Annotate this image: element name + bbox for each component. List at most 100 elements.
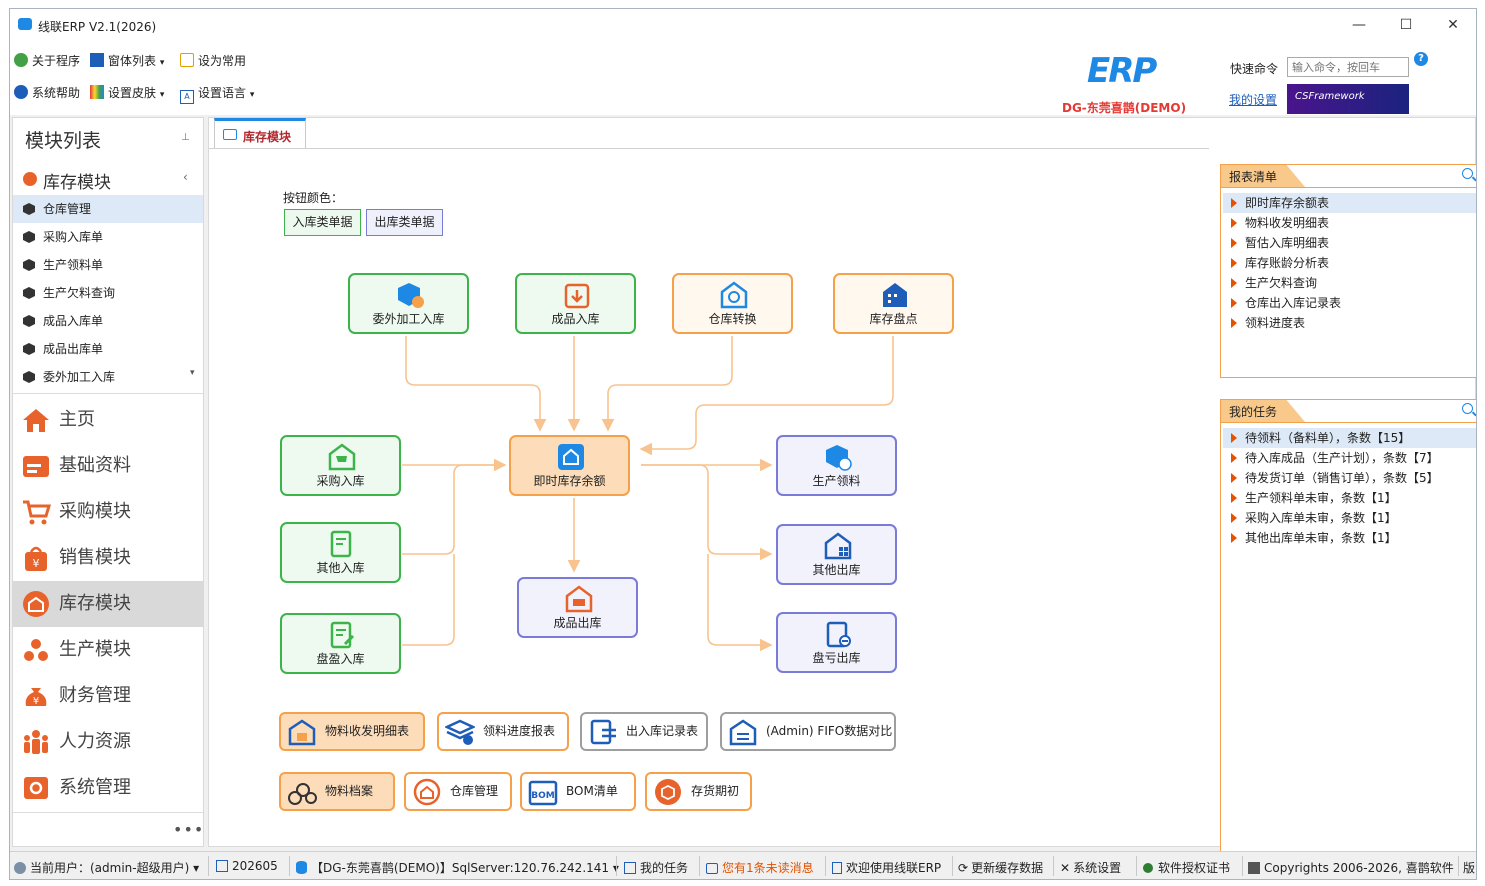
status-license[interactable]: 软件授权证书	[1143, 859, 1230, 876]
report-item[interactable]: 库存账龄分析表	[1223, 253, 1476, 273]
flow-other-in[interactable]: 其他入库	[280, 522, 401, 583]
more-icon[interactable]: •••	[173, 820, 204, 839]
windows-icon	[90, 53, 104, 67]
nav-finance[interactable]: ¥ 财务管理	[13, 673, 203, 719]
panel-divider	[1221, 187, 1476, 188]
status-version: 版	[1463, 861, 1476, 875]
cube-icon	[23, 259, 35, 271]
report-pick-progress[interactable]: 领料进度报表	[437, 712, 569, 751]
status-my-tasks[interactable]: 我的任务	[624, 859, 688, 876]
report-bom[interactable]: BOM BOM清单	[520, 772, 636, 811]
flow-other-out[interactable]: 其他出库	[776, 524, 897, 585]
status-separator	[616, 856, 617, 876]
stock-house-icon	[558, 444, 584, 470]
nav-hr[interactable]: 人力资源	[13, 719, 203, 765]
box-down-icon	[564, 283, 590, 309]
report-item[interactable]: 即时库存余额表	[1223, 193, 1476, 213]
toolbar: 关于程序 窗体列表 ▾ 设为常用 系统帮助 设置皮肤 ▾ A 设置语言 ▾ ERP…	[10, 41, 1476, 115]
nav-home[interactable]: 主页	[13, 397, 203, 443]
window-list-button[interactable]: 窗体列表 ▾	[90, 51, 164, 71]
sidebar-item-purchase-in[interactable]: 采购入库单	[13, 223, 203, 251]
sidebar-item-production-pick[interactable]: 生产领料单	[13, 251, 203, 279]
my-settings-link[interactable]: 我的设置	[1229, 91, 1277, 108]
nav-system[interactable]: 系统管理	[13, 765, 203, 811]
house-grid-icon	[824, 532, 852, 560]
task-item[interactable]: 采购入库单未审，条数【1】	[1223, 508, 1476, 528]
nav-production[interactable]: 生产模块	[13, 627, 203, 673]
sidebar-group-stock[interactable]: 库存模块 ‹	[13, 164, 203, 193]
status-refresh-cache[interactable]: ⟳ 更新缓存数据	[958, 859, 1043, 876]
status-database[interactable]: 【DG-东莞喜鹊(DEMO)】SqlServer:120.76.242.141 …	[296, 859, 619, 876]
flow-inventory-check[interactable]: 库存盘点	[833, 273, 954, 334]
report-warehouse[interactable]: 仓库管理	[404, 772, 512, 811]
report-item[interactable]: 仓库出入库记录表	[1223, 293, 1476, 313]
stock-group-icon	[23, 172, 37, 186]
flow-purchase-in[interactable]: 采购入库	[280, 435, 401, 496]
nav-stock[interactable]: 库存模块	[13, 581, 203, 627]
quick-command-input[interactable]	[1287, 57, 1409, 77]
warehouse-circle-icon	[413, 778, 441, 806]
report-fifo[interactable]: (Admin) FIFO数据对比	[720, 712, 896, 751]
task-item[interactable]: 待领料（备料单），条数【15】	[1223, 428, 1476, 448]
certificate-icon	[1143, 863, 1153, 873]
sidebar-item-warehouse[interactable]: 仓库管理	[13, 195, 203, 223]
sidebar-item-outsource-in[interactable]: 委外加工入库	[13, 363, 203, 391]
help-button[interactable]: 系统帮助	[14, 83, 80, 103]
flow-finished-in[interactable]: 成品入库	[515, 273, 636, 334]
status-messages[interactable]: 您有1条未读消息	[706, 859, 814, 876]
copyright-icon	[1248, 862, 1260, 874]
report-material-file[interactable]: 物料档案	[279, 772, 395, 811]
flow-outsource-in[interactable]: 委外加工入库	[348, 273, 469, 334]
status-system-settings[interactable]: ✕ 系统设置	[1060, 859, 1121, 876]
production-icon	[24, 639, 48, 661]
task-item[interactable]: 生产领料单未审，条数【1】	[1223, 488, 1476, 508]
flow-finished-out[interactable]: 成品出库	[517, 577, 638, 638]
nav-basic-data[interactable]: 基础资料	[13, 443, 203, 489]
report-item[interactable]: 生产欠料查询	[1223, 273, 1476, 293]
collapse-icon[interactable]: ‹	[183, 170, 188, 184]
task-item[interactable]: 待发货订单（销售订单），条数【5】	[1223, 468, 1476, 488]
report-opening-stock[interactable]: 存货期初	[645, 772, 752, 811]
scroll-down-icon[interactable]: ▾	[190, 368, 195, 378]
status-user[interactable]: 当前用户：(admin-超级用户) ▾	[14, 859, 199, 876]
pin-icon[interactable]: ⊥	[181, 132, 190, 143]
palette-icon	[90, 85, 104, 99]
status-welcome: 欢迎使用线联ERP	[832, 859, 941, 876]
flow-stock-balance[interactable]: 即时库存余额	[509, 435, 630, 496]
erp-logo: ERP	[1087, 51, 1157, 91]
flow-surplus-in[interactable]: 盘盈入库	[280, 613, 401, 674]
flow-production-pick[interactable]: 生产领料	[776, 435, 897, 496]
set-common-button[interactable]: 设为常用	[180, 51, 246, 71]
status-separator	[1053, 856, 1054, 876]
refresh-icon: ⟳	[958, 861, 969, 875]
report-item[interactable]: 领料进度表	[1223, 313, 1476, 333]
question-icon[interactable]: ?	[1414, 52, 1428, 66]
sidebar-item-finished-in[interactable]: 成品入库单	[13, 307, 203, 335]
report-item[interactable]: 物料收发明细表	[1223, 213, 1476, 233]
status-separator	[699, 856, 700, 876]
flow-transfer[interactable]: 仓库转换	[672, 273, 793, 334]
flow-loss-out[interactable]: 盘亏出库	[776, 612, 897, 673]
report-item[interactable]: 暂估入库明细表	[1223, 233, 1476, 253]
report-io-records[interactable]: 出入库记录表	[580, 712, 708, 751]
maximize-button[interactable]: ☐	[1391, 13, 1421, 37]
skin-button[interactable]: 设置皮肤 ▾	[90, 83, 164, 103]
report-material-detail[interactable]: 物料收发明细表	[279, 712, 425, 751]
status-separator	[1242, 856, 1243, 876]
minimize-button[interactable]: —	[1344, 13, 1374, 37]
close-button[interactable]: ✕	[1438, 13, 1468, 37]
about-button[interactable]: 关于程序	[14, 51, 80, 71]
task-item[interactable]: 其他出库单未审，条数【1】	[1223, 528, 1476, 548]
search-icon[interactable]	[1462, 168, 1473, 179]
nav-sales[interactable]: ¥ 销售模块	[13, 535, 203, 581]
sidebar-item-finished-out[interactable]: 成品出库单	[13, 335, 203, 363]
language-button[interactable]: A 设置语言 ▾	[180, 83, 254, 104]
search-icon[interactable]	[1462, 403, 1473, 414]
sidebar-item-shortage-query[interactable]: 生产欠料查询	[13, 279, 203, 307]
status-separator	[289, 856, 290, 876]
task-item[interactable]: 待入库成品（生产计划），条数【7】	[1223, 448, 1476, 468]
nav-purchase[interactable]: 采购模块	[13, 489, 203, 535]
app-window: 线联ERP V2.1(2026) — ☐ ✕ 关于程序 窗体列表 ▾ 设为常用 …	[9, 8, 1477, 880]
message-icon	[706, 863, 718, 874]
status-copyright: Copyrights 2006-2026, 喜鹊软件	[1248, 859, 1454, 876]
